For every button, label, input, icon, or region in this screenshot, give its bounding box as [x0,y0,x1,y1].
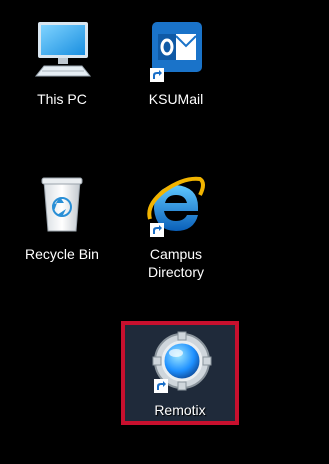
desktop-icon-campus-directory[interactable]: Campus Directory [130,175,222,281]
desktop-icon-this-pc[interactable]: This PC [16,20,108,108]
shortcut-arrow-icon [150,68,164,82]
desktop: This PC KSUMail Recycle Bin Campus Direc… [0,0,329,464]
desktop-icon-label: Recycle Bin [25,246,99,262]
shortcut-arrow-icon [150,223,164,237]
computer-icon [30,20,94,82]
desktop-icon-label-line-1: Campus [149,246,203,262]
recycle-bin-icon [30,175,94,237]
desktop-icon-remotix[interactable]: Remotix [121,321,239,425]
desktop-icon-label: Remotix [154,402,206,418]
internet-explorer-icon [144,175,208,237]
desktop-icon-recycle-bin[interactable]: Recycle Bin [16,175,108,263]
desktop-icon-ksumail[interactable]: KSUMail [130,20,222,108]
shortcut-arrow-icon [154,379,168,393]
remotix-icon [148,331,212,393]
outlook-icon [144,20,208,82]
desktop-icon-label: This PC [37,91,87,107]
desktop-icon-label: KSUMail [148,91,204,107]
desktop-icon-label-line-2: Directory [147,264,204,280]
